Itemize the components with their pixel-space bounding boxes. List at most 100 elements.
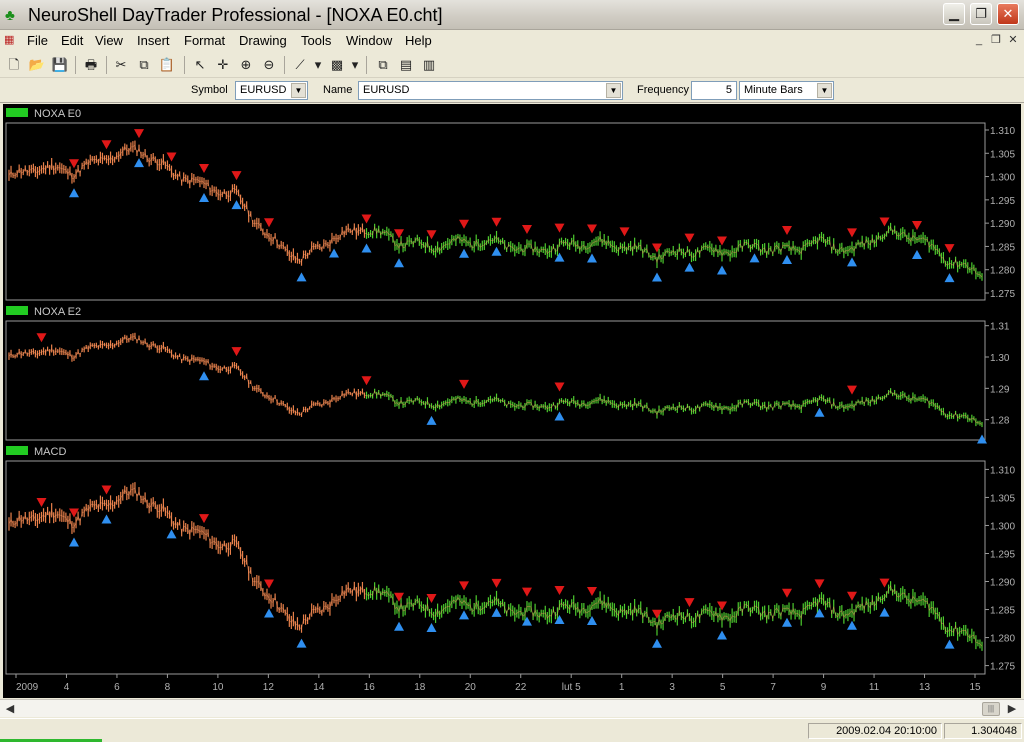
buy-signal-arrow (134, 158, 145, 168)
buy-signal-arrow (69, 188, 80, 198)
y-tick-label: 1.300 (990, 521, 1015, 532)
copy-icon[interactable]: ⧉ (134, 55, 154, 75)
y-tick-label: 1.275 (990, 289, 1015, 300)
buy-signal-arrow (69, 537, 80, 547)
buy-signal-arrow (944, 273, 955, 283)
name-combo[interactable]: EURUSD ▼ (358, 81, 623, 100)
fill-pattern-dropdown-icon[interactable]: ▾ (345, 55, 365, 75)
menu-bar: ▦ File Edit View Insert Format Drawing T… (0, 30, 1024, 51)
buy-signal-arrow (716, 630, 727, 640)
sell-signal-arrow (554, 223, 565, 233)
horizontal-scrollbar[interactable]: ◀ ||| ▶ (0, 699, 1024, 717)
sell-signal-arrow (879, 217, 890, 227)
chart-canvas[interactable]: NOXA E01.3101.3051.3001.2951.2901.2851.2… (3, 104, 1021, 698)
x-tick-label: 3 (669, 682, 675, 693)
x-tick-label: 18 (414, 682, 426, 693)
restore-icon: ❐ (975, 6, 987, 21)
sell-signal-arrow (36, 497, 47, 507)
menu-insert[interactable]: Insert (137, 33, 170, 48)
pointer-icon[interactable]: ↖ (190, 55, 210, 75)
menu-window[interactable]: Window (346, 33, 392, 48)
sell-signal-arrow (846, 591, 857, 601)
buy-signal-arrow (199, 371, 210, 381)
sell-signal-arrow (231, 347, 242, 357)
y-tick-label: 1.30 (990, 353, 1010, 364)
indicators-icon[interactable]: ▥ (419, 55, 439, 75)
sell-signal-arrow (264, 218, 275, 228)
symbol-value: EURUSD (240, 84, 287, 96)
chevron-down-icon[interactable]: ▼ (606, 83, 621, 98)
buy-signal-arrow (651, 272, 662, 282)
y-tick-label: 1.31 (990, 322, 1010, 333)
crosshair-icon[interactable]: ✛ (213, 55, 233, 75)
neuroshell-app-icon[interactable]: ♣ (5, 7, 15, 24)
y-tick-label: 1.280 (990, 266, 1015, 277)
zoom-box-icon[interactable]: ⊕ (236, 55, 256, 75)
line-tool-dropdown-icon[interactable]: ▾ (308, 55, 328, 75)
buy-signal-arrow (491, 246, 502, 256)
x-tick-label: 10 (212, 682, 224, 693)
menu-edit[interactable]: Edit (61, 33, 83, 48)
chevron-down-icon[interactable]: ▼ (291, 83, 306, 98)
chevron-down-icon[interactable]: ▼ (817, 83, 832, 98)
frequency-input[interactable]: 5 (691, 81, 737, 100)
toolbar-separator (284, 56, 285, 74)
sell-signal-arrow (716, 236, 727, 246)
cut-icon[interactable]: ✂ (111, 55, 131, 75)
close-button[interactable]: ✕ (997, 3, 1019, 25)
menu-help[interactable]: Help (405, 33, 432, 48)
sell-signal-arrow (264, 579, 275, 589)
scroll-right-icon[interactable]: ▶ (1004, 701, 1020, 717)
line-tool-icon[interactable]: ⟋ (290, 55, 310, 75)
menu-format[interactable]: Format (184, 33, 225, 48)
restore-button[interactable]: ❐ (970, 3, 992, 25)
windows-icon[interactable]: ⧉ (373, 55, 393, 75)
buy-signal-arrow (426, 415, 437, 425)
x-tick-label: 11 (869, 682, 880, 693)
zoom-out-icon[interactable]: ⊖ (259, 55, 279, 75)
chart-area[interactable]: NOXA E0 1.310 1.305 1.300 1.295 1.290 1.285 1.2… (3, 104, 1021, 698)
buy-signal-arrow (296, 638, 307, 648)
save-icon[interactable]: 💾 (50, 55, 70, 75)
buy-signal-arrow (586, 253, 597, 263)
buy-signal-arrow (361, 243, 372, 253)
print-icon[interactable]: 🖶 (81, 55, 101, 75)
y-tick-label: 1.28 (990, 416, 1010, 427)
sell-signal-arrow (586, 224, 597, 234)
sell-signal-arrow (586, 586, 597, 596)
new-icon[interactable]: 🗋 (4, 55, 24, 75)
open-icon[interactable]: 📂 (27, 55, 47, 75)
status-bar: 2009.02.04 20:10:00 1.304048 (0, 718, 1024, 742)
y-tick-label: 1.280 (990, 634, 1015, 645)
menu-file[interactable]: File (27, 33, 48, 48)
y-tick-label: 1.305 (990, 149, 1015, 160)
scroll-left-icon[interactable]: ◀ (2, 701, 18, 717)
menu-tools[interactable]: Tools (301, 33, 331, 48)
minimize-button[interactable]: ▁ (943, 3, 965, 25)
menu-view[interactable]: View (95, 33, 123, 48)
sell-signal-arrow (101, 485, 112, 495)
mdi-restore-button[interactable]: ❐ (989, 33, 1003, 47)
bar-type-value: Minute Bars (744, 84, 803, 96)
x-tick-label: 8 (165, 682, 171, 693)
menu-drawing[interactable]: Drawing (239, 33, 287, 48)
sell-signal-arrow (651, 243, 662, 253)
fill-pattern-icon[interactable]: ▩ (327, 55, 347, 75)
mdi-minimize-button[interactable]: _ (972, 33, 986, 47)
mdi-close-button[interactable]: ✕ (1006, 33, 1020, 47)
sell-signal-arrow (459, 581, 470, 591)
scroll-thumb[interactable]: ||| (982, 702, 1000, 716)
chart-properties-icon[interactable]: ▤ (396, 55, 416, 75)
document-icon[interactable]: ▦ (4, 33, 14, 46)
symbol-combo[interactable]: EURUSD ▼ (235, 81, 308, 100)
sell-signal-arrow (684, 598, 695, 608)
sell-signal-arrow (101, 140, 112, 150)
bar-type-combo[interactable]: Minute Bars ▼ (739, 81, 834, 100)
title-bar: ♣ NeuroShell DayTrader Professional - [N… (0, 0, 1024, 30)
buy-signal-arrow (781, 254, 792, 264)
x-tick-label: 6 (114, 682, 120, 693)
sell-signal-arrow (199, 514, 210, 524)
x-tick-label: 1 (619, 682, 625, 693)
y-tick-label: 1.310 (990, 126, 1015, 137)
paste-icon[interactable]: 📋 (157, 55, 177, 75)
